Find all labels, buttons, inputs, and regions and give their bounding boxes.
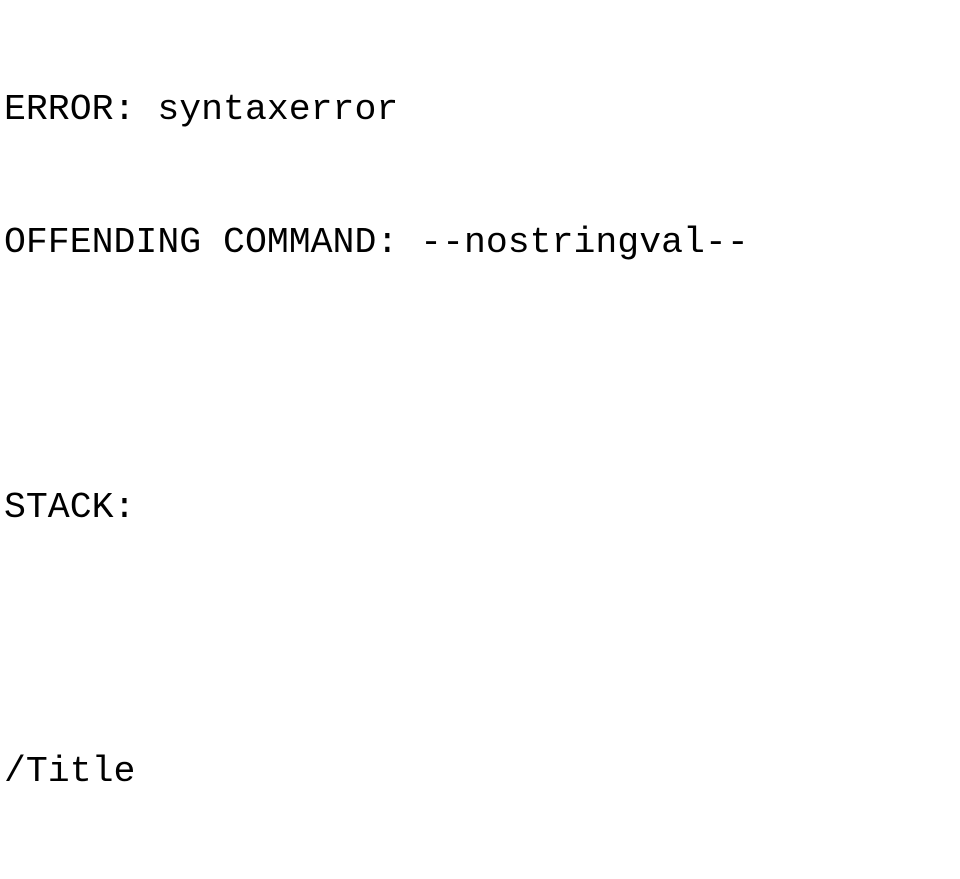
offending-command-line: OFFENDING COMMAND: --nostringval-- — [4, 221, 960, 265]
error-line: ERROR: syntaxerror — [4, 88, 960, 132]
error-output-page: ERROR: syntaxerror OFFENDING COMMAND: --… — [0, 0, 960, 879]
stack-header-line: STACK: — [4, 486, 960, 530]
blank-line — [4, 353, 960, 397]
blank-line — [4, 618, 960, 662]
stack-line-title: /Title — [4, 750, 960, 794]
